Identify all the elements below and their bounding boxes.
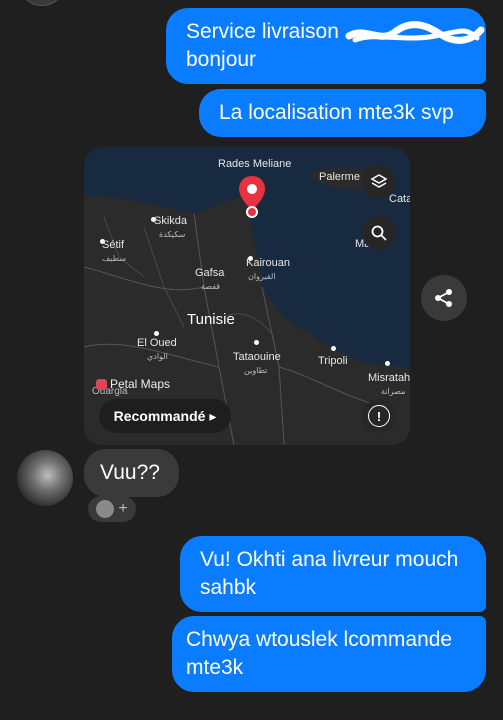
map-label-gafsa: Gafsa bbox=[195, 267, 225, 279]
message-text: Vuu?? bbox=[100, 461, 160, 484]
location-pin-icon bbox=[239, 176, 265, 218]
recommend-button[interactable]: Recommandé ▸ bbox=[99, 399, 231, 433]
add-reaction-button[interactable]: + bbox=[88, 496, 136, 522]
message-text: Vu! Okhti ana livreur mouch sahbk bbox=[200, 548, 459, 599]
map-label-setif-ar: سطيف bbox=[102, 254, 126, 263]
reaction-plus: + bbox=[118, 500, 128, 517]
map-label-palerme: Palerme bbox=[319, 171, 360, 183]
share-button[interactable] bbox=[421, 275, 467, 321]
map-label-eloued-ar: الوادي bbox=[147, 352, 168, 361]
map-label-tunisie: Tunisie bbox=[187, 311, 235, 328]
incoming-message[interactable]: Vuu?? bbox=[84, 449, 179, 497]
message-text: Service livraison bonjour bbox=[186, 20, 339, 71]
map-info-button[interactable]: ! bbox=[362, 399, 396, 433]
map-label-misratah-ar: مصراتة bbox=[381, 387, 406, 396]
message-text: La localisation mte3k svp bbox=[219, 101, 454, 124]
contact-avatar[interactable] bbox=[17, 450, 73, 506]
outgoing-message[interactable]: Vu! Okhti ana livreur mouch sahbk bbox=[180, 536, 486, 612]
shared-location-map[interactable]: Rades Meliane Palerme Catan Skikda سكيكد… bbox=[84, 147, 410, 445]
map-label-setif: Sétif bbox=[102, 239, 125, 251]
share-icon bbox=[435, 289, 452, 307]
map-dot-tripoli bbox=[331, 346, 336, 351]
outgoing-message[interactable]: La localisation mte3k svp bbox=[199, 89, 486, 137]
outgoing-message[interactable]: Chwya wtouslek lcommande mte3k bbox=[172, 616, 486, 692]
search-icon bbox=[371, 225, 387, 241]
petal-maps-label: Petal Maps bbox=[110, 377, 171, 391]
map-dot-misratah bbox=[385, 361, 390, 366]
layers-icon bbox=[370, 174, 388, 188]
map-dot-eloued bbox=[154, 331, 159, 336]
map-label-kairouan-ar: القيروان bbox=[248, 272, 276, 281]
map-search-button[interactable] bbox=[362, 216, 396, 250]
petal-maps-brand: Petal Maps bbox=[96, 377, 170, 391]
map-label-skikda-ar: سكيكدة bbox=[159, 230, 186, 239]
map-label-rades: Rades Meliane bbox=[218, 158, 292, 170]
petal-logo-icon bbox=[96, 378, 107, 390]
map-dot-tataouine bbox=[254, 340, 259, 345]
map-label-gafsa-ar: قفصة bbox=[201, 282, 221, 291]
map-label-skikda: Skikda bbox=[154, 215, 188, 227]
add-reaction-icon bbox=[96, 500, 115, 518]
message-text: Chwya wtouslek lcommande mte3k bbox=[186, 628, 453, 679]
previous-avatar bbox=[20, 0, 64, 6]
info-icon: ! bbox=[368, 405, 390, 427]
map-label-tripoli: Tripoli bbox=[318, 355, 348, 367]
map-label-misratah: Misratah bbox=[368, 372, 410, 384]
map-label-kairouan: Kairouan bbox=[246, 257, 291, 269]
map-label-tataouine: Tataouine bbox=[233, 351, 281, 363]
recommend-label: Recommandé ▸ bbox=[113, 407, 217, 424]
map-layers-button[interactable] bbox=[362, 165, 396, 199]
map-label-eloued: El Oued bbox=[137, 337, 177, 349]
map-label-catania: Catan bbox=[389, 193, 410, 205]
outgoing-message[interactable]: Service livraison bonjour bbox=[166, 8, 486, 84]
map-label-tataouine-ar: تطاوين bbox=[244, 366, 268, 375]
